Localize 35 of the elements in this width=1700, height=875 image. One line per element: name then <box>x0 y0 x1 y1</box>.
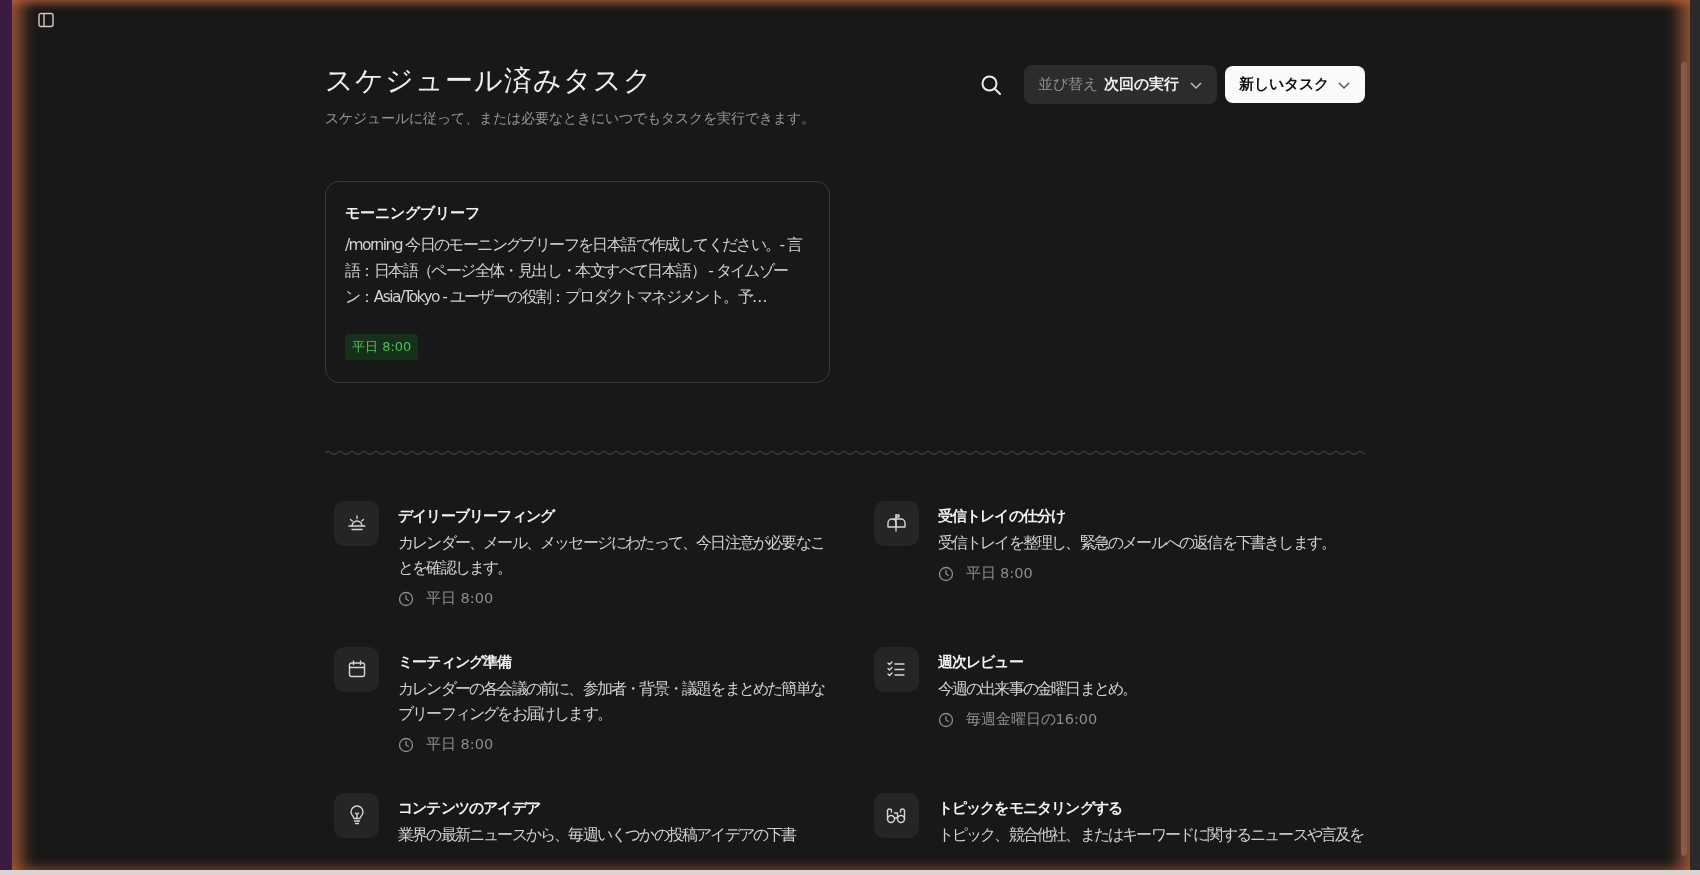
template-title[interactable]: ミーティング準備 <box>398 650 826 674</box>
template-description: 今週の出来事の金曜日まとめ。 <box>937 679 1137 701</box>
template-title[interactable]: トピックをモニタリングする <box>937 796 1364 820</box>
schedule-text: 平日 8:00 <box>426 735 494 755</box>
clock-icon <box>937 565 954 582</box>
task-title: モーニングブリーフ <box>345 202 481 224</box>
template-description: カレンダーの各会議の前に、参加者・背景・議題をまとめた簡単なブリーフィングをお届けします。 <box>398 679 826 726</box>
template-title[interactable]: デイリーブリーフィング <box>398 504 826 528</box>
template-description: 受信トレイを整理し、緊急のメールへの返信を下書きします。 <box>937 533 1336 555</box>
template-title[interactable]: 受信トレイの仕分け <box>937 504 1336 528</box>
schedule-text: 毎週金曜日の16:00 <box>965 710 1098 730</box>
template-title[interactable]: 週次レビュー <box>937 650 1137 674</box>
binoculars-icon <box>873 792 919 838</box>
sunrise-icon <box>334 500 379 546</box>
template-description: カレンダー、メール、メッセージにわたって、今日注意が必要なことを確認します。 <box>398 533 825 580</box>
schedule-tag: 平日 8:00 <box>345 334 419 360</box>
sort-dropdown[interactable]: 並び替え 次回の実行 <box>1024 65 1217 104</box>
task-prompt: /morning 今日のモーニングブリーフを日本語で作成してください。- 言語：日本語（ページ全体・見出し・本文すべて日本語） - タイムゾーン：Asia/Tokyo - ユーザーの役割：プロダクトマネジメント。予… <box>345 235 803 309</box>
lightbulb-icon <box>334 792 379 838</box>
template-description: トピック、競合他社、またはキーワードに関するニュースや言及を <box>937 825 1364 847</box>
schedule-text: 平日 8:00 <box>426 589 494 609</box>
page-subtitle: スケジュールに従って、または必要なときにいつでもタスクを実行できます。 <box>325 108 815 128</box>
clock-icon <box>398 736 414 753</box>
clock-icon <box>937 711 954 728</box>
calendar-icon <box>334 646 379 692</box>
schedule-text: 平日 8:00 <box>965 564 1033 584</box>
clock-icon <box>398 590 414 607</box>
sidebar-toggle-icon[interactable] <box>38 12 54 28</box>
new-task-button[interactable]: 新しいタスク <box>1225 66 1365 103</box>
page-title: スケジュール済みタスク <box>325 64 654 98</box>
mailbox-icon <box>873 500 919 546</box>
checklist-icon <box>873 646 919 692</box>
template-title[interactable]: コンテンツのアイデア <box>398 796 796 820</box>
template-description: 業界の最新ニュースから、毎週いくつかの投稿アイデアの下書 <box>398 825 796 847</box>
task-card[interactable]: モーニングブリーフ /morning 今日のモーニングブリーフを日本語で作成してください。- 言語：日本語（ページ全体・見出し・本文すべて日本語） - タイムゾーン：Asia/Tokyo - ユーザーの役割：プロダクトマネジメント。予… 平日 8:00 <box>325 180 830 383</box>
